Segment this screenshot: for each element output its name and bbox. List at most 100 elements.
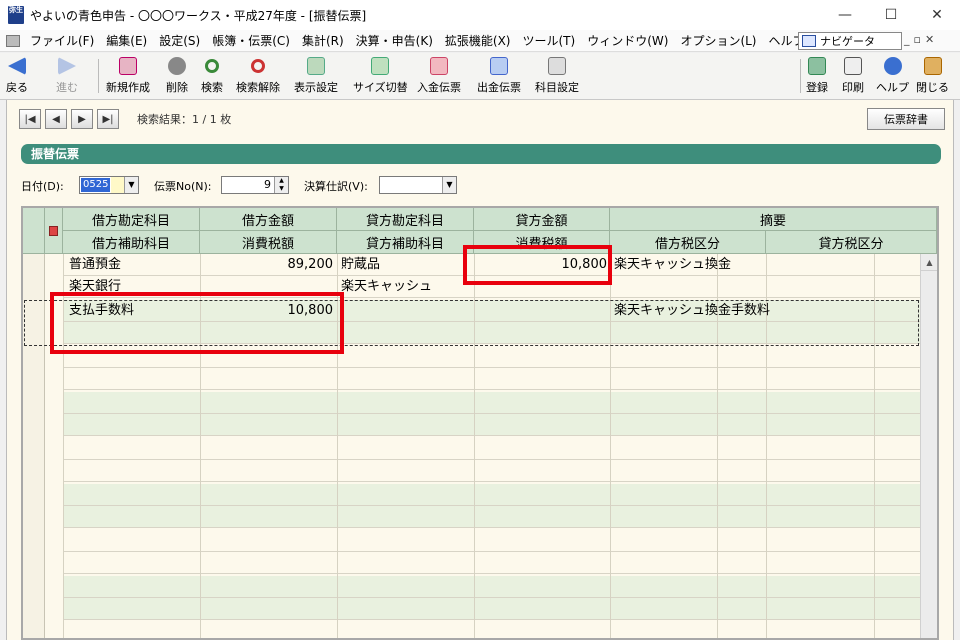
slip-form: 日付(D): 0525 ▼ 伝票No(N): 9 ▲ ▼ 決算仕訳(V): ▼ xyxy=(21,176,921,196)
entry1-credit-account[interactable]: 貯蔵品 xyxy=(341,254,380,276)
calendar-dropdown-icon[interactable]: ▼ xyxy=(124,177,138,193)
closing-entry-select[interactable]: ▼ xyxy=(379,176,457,194)
highlight-credit-amount xyxy=(463,245,612,285)
slip-dictionary-button[interactable]: 伝票辞書 xyxy=(867,108,945,130)
display-settings-icon xyxy=(307,57,325,75)
mdi-controls: _ ▫ ✕ xyxy=(904,33,934,46)
last-record-button[interactable]: ▶| xyxy=(97,109,119,129)
deposit-slip-icon xyxy=(430,57,448,75)
header-credit-account: 貸方勘定科目 xyxy=(337,208,474,231)
menu-bar: ファイル(F) 編集(E) 設定(S) 帳簿・伝票(C) 集計(R) 決算・申告… xyxy=(0,30,960,52)
help-button[interactable]: ヘルプ xyxy=(876,57,909,97)
account-settings-button[interactable]: 科目設定 xyxy=(535,57,579,97)
payment-slip-icon xyxy=(490,57,508,75)
first-record-button[interactable]: |◀ xyxy=(19,109,41,129)
search-icon xyxy=(205,59,219,73)
slip-no-value: 9 xyxy=(264,178,271,191)
scroll-up-icon[interactable]: ▲ xyxy=(921,254,937,271)
date-value: 0525 xyxy=(81,178,111,192)
header-debit-tax: 消費税額 xyxy=(200,231,337,254)
menu-edit[interactable]: 編集(E) xyxy=(100,32,153,49)
slip-no-label: 伝票No(N): xyxy=(154,180,212,193)
document-icon[interactable] xyxy=(6,34,20,47)
title-bar: 弥生 やよいの青色申告 - 〇〇〇ワークス・平成27年度 - [振替伝票] — … xyxy=(0,0,960,30)
header-debit-amount: 借方金額 xyxy=(200,208,337,231)
display-settings-button[interactable]: 表示設定 xyxy=(294,57,338,97)
chevron-down-icon[interactable]: ▼ xyxy=(442,177,456,193)
minimize-button[interactable]: — xyxy=(822,0,868,30)
back-button[interactable]: 戻る xyxy=(6,57,28,97)
slip-no-field[interactable]: 9 ▲ ▼ xyxy=(221,176,289,194)
toolbar: 戻る 進む 新規作成 削除 検索 検索解除 表示設定 サイズ切替 入金伝票 出金… xyxy=(0,53,960,100)
account-settings-icon xyxy=(548,57,566,75)
vertical-scrollbar[interactable]: ▲ xyxy=(920,254,937,638)
menu-summary[interactable]: 集計(R) xyxy=(296,32,350,49)
search-clear-button[interactable]: 検索解除 xyxy=(236,57,280,97)
size-toggle-button[interactable]: サイズ切替 xyxy=(353,57,408,97)
highlight-fee-entry xyxy=(50,292,344,354)
menu-books[interactable]: 帳簿・伝票(C) xyxy=(206,32,296,49)
toolbar-separator xyxy=(800,59,801,93)
menu-window[interactable]: ウィンドウ(W) xyxy=(581,32,674,49)
back-arrow-icon xyxy=(8,57,26,75)
close-button[interactable]: 閉じる xyxy=(916,57,949,97)
header-credit-sub: 貸方補助科目 xyxy=(337,231,474,254)
register-button[interactable]: 登録 xyxy=(806,57,828,97)
slip-no-spinner[interactable]: ▲ ▼ xyxy=(274,177,288,193)
toolbar-separator xyxy=(98,59,99,93)
new-button[interactable]: 新規作成 xyxy=(106,57,150,97)
maximize-button[interactable]: ☐ xyxy=(868,0,914,30)
delete-button[interactable]: 削除 xyxy=(166,57,188,97)
entry1-debit-amount[interactable]: 89,200 xyxy=(203,254,334,276)
menu-file[interactable]: ファイル(F) xyxy=(24,32,100,49)
window-title: やよいの青色申告 - 〇〇〇ワークス・平成27年度 - [振替伝票] xyxy=(30,8,367,23)
printer-icon xyxy=(844,57,862,75)
menu-extensions[interactable]: 拡張機能(X) xyxy=(439,32,517,49)
exit-door-icon xyxy=(923,57,942,75)
header-description: 摘要 xyxy=(610,208,937,231)
date-field[interactable]: 0525 ▼ xyxy=(79,176,139,194)
help-icon xyxy=(883,57,902,75)
menu-closing[interactable]: 決算・申告(K) xyxy=(350,32,439,49)
payment-slip-button[interactable]: 出金伝票 xyxy=(477,57,521,97)
prev-record-button[interactable]: ◀ xyxy=(45,109,67,129)
mdi-restore-button[interactable]: ▫ xyxy=(914,33,921,46)
closing-entry-label: 決算仕訳(V): xyxy=(304,180,368,193)
mdi-minimize-button[interactable]: _ xyxy=(904,33,910,46)
navigator-label: ナビゲータ xyxy=(820,35,875,48)
header-debit-account: 借方勘定科目 xyxy=(63,208,200,231)
deposit-slip-button[interactable]: 入金伝票 xyxy=(417,57,461,97)
header-debit-tax-category: 借方税区分 xyxy=(610,231,766,254)
slip-book-icon-header[interactable] xyxy=(45,208,63,254)
mdi-close-button[interactable]: ✕ xyxy=(925,33,934,46)
navigator-icon xyxy=(802,35,816,47)
menu-options[interactable]: オプション(L) xyxy=(674,32,762,49)
grid-corner xyxy=(23,208,45,254)
close-window-button[interactable]: ✕ xyxy=(914,0,960,30)
size-toggle-icon xyxy=(371,57,390,75)
search-result-text: 検索結果：1 / 1 枚 xyxy=(137,113,232,126)
search-clear-icon xyxy=(251,59,265,73)
date-label: 日付(D): xyxy=(21,180,64,193)
header-credit-amount: 貸方金額 xyxy=(474,208,610,231)
search-button[interactable]: 検索 xyxy=(201,57,223,97)
new-document-icon xyxy=(119,57,137,75)
entry2-description[interactable]: 楽天キャッシュ換金手数料 xyxy=(614,300,770,322)
navigator-button[interactable]: ナビゲータ xyxy=(798,32,902,50)
entry1-credit-sub[interactable]: 楽天キャッシュ xyxy=(341,276,432,298)
register-icon xyxy=(808,57,826,75)
entry1-description[interactable]: 楽天キャッシュ換金 xyxy=(614,254,731,276)
forward-arrow-icon xyxy=(58,57,76,75)
forward-button[interactable]: 進む xyxy=(56,57,78,97)
next-record-button[interactable]: ▶ xyxy=(71,109,93,129)
section-title: 振替伝票 xyxy=(21,144,941,164)
menu-tools[interactable]: ツール(T) xyxy=(517,32,582,49)
header-credit-tax-category: 貸方税区分 xyxy=(766,231,937,254)
book-icon xyxy=(49,225,58,236)
row-header-column xyxy=(23,208,45,638)
entry1-debit-account[interactable]: 普通預金 xyxy=(69,254,121,276)
print-button[interactable]: 印刷 xyxy=(842,57,864,97)
trash-icon xyxy=(168,57,186,75)
record-navigator: |◀ ◀ ▶ ▶| xyxy=(19,109,119,129)
menu-settings[interactable]: 設定(S) xyxy=(153,32,206,49)
